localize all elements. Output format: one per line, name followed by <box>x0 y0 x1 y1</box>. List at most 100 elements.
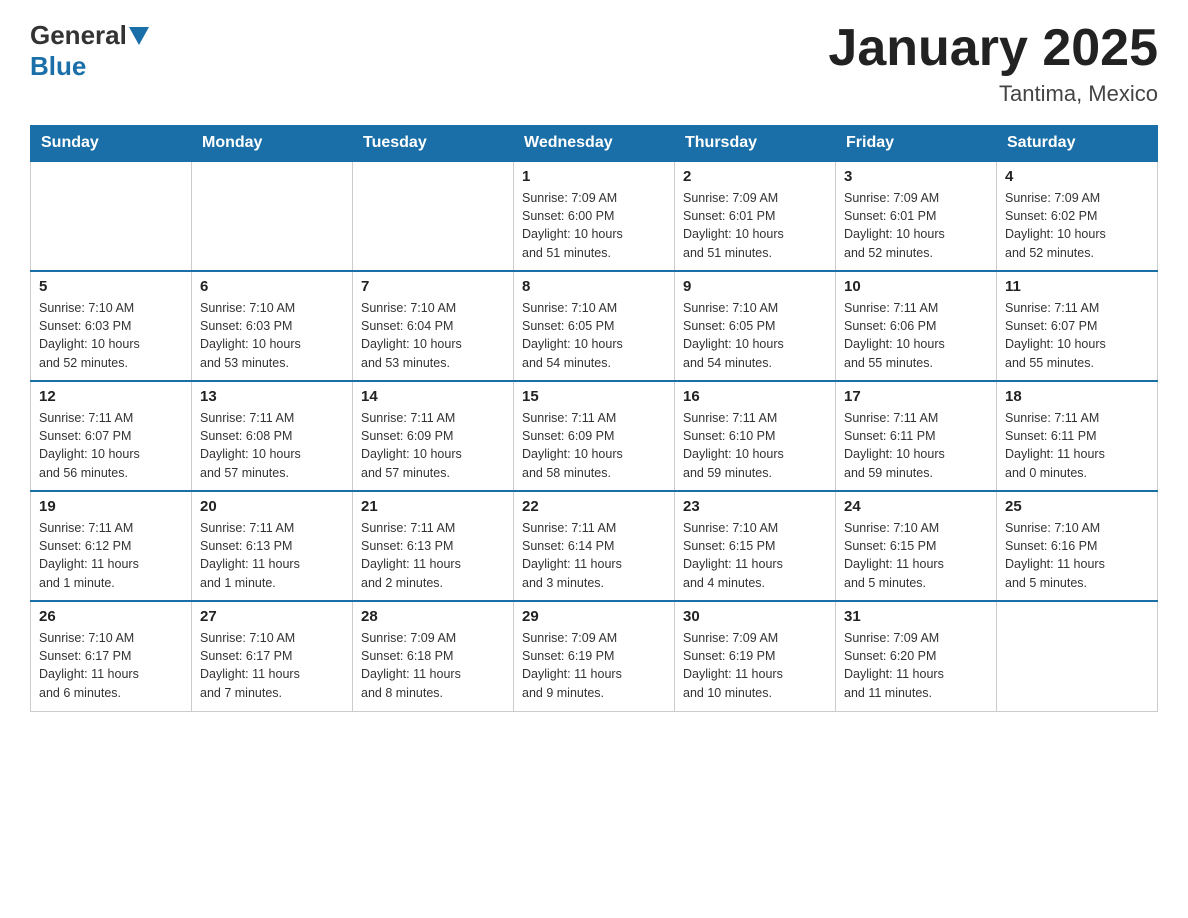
calendar-cell: 30Sunrise: 7:09 AMSunset: 6:19 PMDayligh… <box>675 601 836 711</box>
weekday-header-thursday: Thursday <box>675 126 836 162</box>
calendar-cell: 20 Sunrise: 7:11 AMSunset: 6:13 PMDayligh… <box>192 491 353 601</box>
day-info: Sunrise: 7:10 AMSunset: 6:17 PMDaylight:… <box>39 629 183 702</box>
day-info: Sunrise: 7:10 AMSunset: 6:17 PMDaylight:… <box>200 629 344 702</box>
day-number: 13 <box>200 388 344 405</box>
day-info: Sunrise: 7:11 AMSunset: 6:09 PMDaylight:… <box>522 409 666 482</box>
calendar-cell: 14 Sunrise: 7:11 AMSunset: 6:09 PMDayligh… <box>353 381 514 491</box>
day-number: 18 <box>1005 388 1149 405</box>
day-info: Sunrise: 7:11 AMSunset: 6:06 PMDaylight:… <box>844 299 988 372</box>
calendar-cell <box>192 161 353 271</box>
day-number: 17 <box>844 388 988 405</box>
weekday-header-wednesday: Wednesday <box>514 126 675 162</box>
day-number: 22 <box>522 498 666 515</box>
calendar-cell: 23Sunrise: 7:10 AMSunset: 6:15 PMDayligh… <box>675 491 836 601</box>
week-row-3: 12 Sunrise: 7:11 AMSunset: 6:07 PMDayligh… <box>31 381 1158 491</box>
week-row-4: 19Sunrise: 7:11 AMSunset: 6:12 PMDayligh… <box>31 491 1158 601</box>
day-number: 15 <box>522 388 666 405</box>
day-info: Sunrise: 7:10 AMSunset: 6:03 PMDaylight:… <box>39 299 183 372</box>
day-info: Sunrise: 7:11 AMSunset: 6:14 PMDaylight:… <box>522 519 666 592</box>
calendar-cell <box>31 161 192 271</box>
weekday-header-friday: Friday <box>836 126 997 162</box>
calendar-cell: 12 Sunrise: 7:11 AMSunset: 6:07 PMDayligh… <box>31 381 192 491</box>
calendar-cell <box>997 601 1158 711</box>
calendar-cell: 13 Sunrise: 7:11 AMSunset: 6:08 PMDayligh… <box>192 381 353 491</box>
calendar-cell: 31 Sunrise: 7:09 AMSunset: 6:20 PMDayligh… <box>836 601 997 711</box>
day-number: 5 <box>39 278 183 295</box>
day-info: Sunrise: 7:09 AMSunset: 6:02 PMDaylight:… <box>1005 189 1149 262</box>
day-number: 20 <box>200 498 344 515</box>
day-info: Sunrise: 7:09 AMSunset: 6:01 PMDaylight:… <box>683 189 827 262</box>
calendar-cell: 22 Sunrise: 7:11 AMSunset: 6:14 PMDayligh… <box>514 491 675 601</box>
weekday-header-monday: Monday <box>192 126 353 162</box>
day-info: Sunrise: 7:11 AMSunset: 6:07 PMDaylight:… <box>39 409 183 482</box>
calendar-cell: 25 Sunrise: 7:10 AMSunset: 6:16 PMDayligh… <box>997 491 1158 601</box>
day-number: 11 <box>1005 278 1149 295</box>
month-title: January 2025 <box>828 20 1158 77</box>
day-info: Sunrise: 7:11 AMSunset: 6:08 PMDaylight:… <box>200 409 344 482</box>
calendar-cell: 10 Sunrise: 7:11 AMSunset: 6:06 PMDayligh… <box>836 271 997 381</box>
weekday-header-saturday: Saturday <box>997 126 1158 162</box>
calendar-cell: 21 Sunrise: 7:11 AMSunset: 6:13 PMDayligh… <box>353 491 514 601</box>
weekday-header-tuesday: Tuesday <box>353 126 514 162</box>
day-info: Sunrise: 7:10 AMSunset: 6:15 PMDaylight:… <box>683 519 827 592</box>
calendar-cell: 26Sunrise: 7:10 AMSunset: 6:17 PMDayligh… <box>31 601 192 711</box>
weekday-header-row: SundayMondayTuesdayWednesdayThursdayFrid… <box>31 126 1158 162</box>
day-info: Sunrise: 7:10 AMSunset: 6:05 PMDaylight:… <box>683 299 827 372</box>
day-info: Sunrise: 7:10 AMSunset: 6:15 PMDaylight:… <box>844 519 988 592</box>
logo: General Blue <box>30 20 151 82</box>
day-info: Sunrise: 7:11 AMSunset: 6:07 PMDaylight:… <box>1005 299 1149 372</box>
calendar-table: SundayMondayTuesdayWednesdayThursdayFrid… <box>30 125 1158 712</box>
day-info: Sunrise: 7:09 AMSunset: 6:20 PMDaylight:… <box>844 629 988 702</box>
weekday-header-sunday: Sunday <box>31 126 192 162</box>
day-number: 12 <box>39 388 183 405</box>
day-info: Sunrise: 7:11 AMSunset: 6:13 PMDaylight:… <box>200 519 344 592</box>
calendar-cell: 9Sunrise: 7:10 AMSunset: 6:05 PMDaylight… <box>675 271 836 381</box>
day-info: Sunrise: 7:10 AMSunset: 6:03 PMDaylight:… <box>200 299 344 372</box>
logo-general-text: General <box>30 20 127 51</box>
day-number: 31 <box>844 608 988 625</box>
day-number: 29 <box>522 608 666 625</box>
day-number: 10 <box>844 278 988 295</box>
week-row-1: 1Sunrise: 7:09 AMSunset: 6:00 PMDaylight… <box>31 161 1158 271</box>
day-info: Sunrise: 7:10 AMSunset: 6:05 PMDaylight:… <box>522 299 666 372</box>
day-number: 6 <box>200 278 344 295</box>
calendar-cell: 5 Sunrise: 7:10 AMSunset: 6:03 PMDaylight… <box>31 271 192 381</box>
day-number: 3 <box>844 168 988 185</box>
calendar-cell: 6 Sunrise: 7:10 AMSunset: 6:03 PMDaylight… <box>192 271 353 381</box>
day-number: 4 <box>1005 168 1149 185</box>
title-block: January 2025 Tantima, Mexico <box>828 20 1158 107</box>
day-number: 24 <box>844 498 988 515</box>
day-info: Sunrise: 7:10 AMSunset: 6:04 PMDaylight:… <box>361 299 505 372</box>
day-number: 27 <box>200 608 344 625</box>
day-number: 21 <box>361 498 505 515</box>
calendar-cell: 19Sunrise: 7:11 AMSunset: 6:12 PMDayligh… <box>31 491 192 601</box>
logo-blue-text: Blue <box>30 51 86 81</box>
calendar-cell: 27 Sunrise: 7:10 AMSunset: 6:17 PMDayligh… <box>192 601 353 711</box>
day-info: Sunrise: 7:09 AMSunset: 6:01 PMDaylight:… <box>844 189 988 262</box>
calendar-cell: 11 Sunrise: 7:11 AMSunset: 6:07 PMDayligh… <box>997 271 1158 381</box>
calendar-cell: 2Sunrise: 7:09 AMSunset: 6:01 PMDaylight… <box>675 161 836 271</box>
calendar-cell: 8Sunrise: 7:10 AMSunset: 6:05 PMDaylight… <box>514 271 675 381</box>
day-number: 19 <box>39 498 183 515</box>
day-info: Sunrise: 7:11 AMSunset: 6:11 PMDaylight:… <box>844 409 988 482</box>
calendar-cell: 3 Sunrise: 7:09 AMSunset: 6:01 PMDaylight… <box>836 161 997 271</box>
calendar-cell <box>353 161 514 271</box>
day-number: 14 <box>361 388 505 405</box>
day-info: Sunrise: 7:11 AMSunset: 6:09 PMDaylight:… <box>361 409 505 482</box>
day-info: Sunrise: 7:09 AMSunset: 6:18 PMDaylight:… <box>361 629 505 702</box>
location-label: Tantima, Mexico <box>828 81 1158 107</box>
day-info: Sunrise: 7:09 AMSunset: 6:19 PMDaylight:… <box>683 629 827 702</box>
day-info: Sunrise: 7:11 AMSunset: 6:13 PMDaylight:… <box>361 519 505 592</box>
day-info: Sunrise: 7:11 AMSunset: 6:10 PMDaylight:… <box>683 409 827 482</box>
day-number: 25 <box>1005 498 1149 515</box>
calendar-cell: 15 Sunrise: 7:11 AMSunset: 6:09 PMDayligh… <box>514 381 675 491</box>
day-info: Sunrise: 7:09 AMSunset: 6:00 PMDaylight:… <box>522 189 666 262</box>
day-info: Sunrise: 7:10 AMSunset: 6:16 PMDaylight:… <box>1005 519 1149 592</box>
calendar-cell: 24 Sunrise: 7:10 AMSunset: 6:15 PMDayligh… <box>836 491 997 601</box>
calendar-cell: 4 Sunrise: 7:09 AMSunset: 6:02 PMDaylight… <box>997 161 1158 271</box>
calendar-cell: 7 Sunrise: 7:10 AMSunset: 6:04 PMDaylight… <box>353 271 514 381</box>
week-row-2: 5 Sunrise: 7:10 AMSunset: 6:03 PMDaylight… <box>31 271 1158 381</box>
day-number: 7 <box>361 278 505 295</box>
calendar-cell: 16Sunrise: 7:11 AMSunset: 6:10 PMDayligh… <box>675 381 836 491</box>
day-info: Sunrise: 7:09 AMSunset: 6:19 PMDaylight:… <box>522 629 666 702</box>
